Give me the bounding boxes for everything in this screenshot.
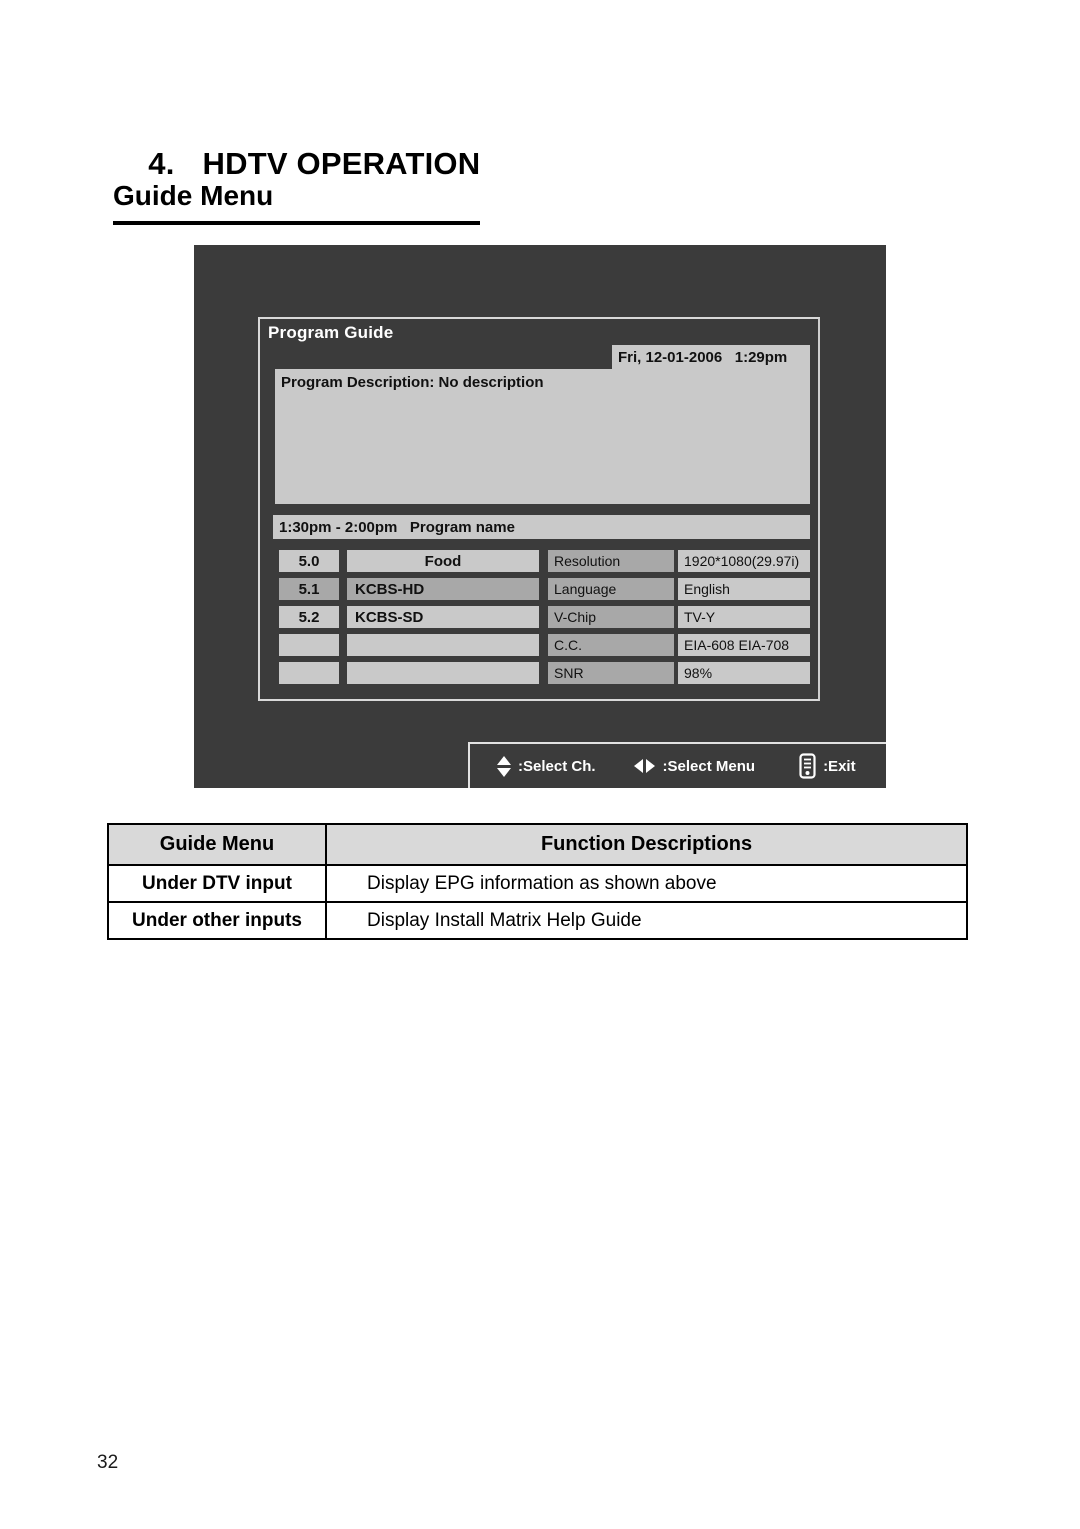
channel-name xyxy=(347,662,539,684)
info-label: Resolution xyxy=(548,550,674,572)
channel-row[interactable] xyxy=(279,662,539,684)
channel-name xyxy=(347,634,539,656)
hint-exit: :Exit xyxy=(799,753,856,779)
info-value: 1920*1080(29.97i) xyxy=(678,550,810,572)
channel-name: KCBS-HD xyxy=(347,578,539,600)
table-row: Under other inputs Display Install Matri… xyxy=(107,901,968,940)
info-row: SNR 98% xyxy=(548,662,810,684)
hint-label: :Exit xyxy=(823,757,856,775)
osd-hint-bar: :Select Ch. :Select Menu:Exit xyxy=(468,742,886,788)
info-row: Language English xyxy=(548,578,810,600)
table-header-row: Guide Menu Function Descriptions xyxy=(107,823,968,866)
info-value: TV-Y xyxy=(678,606,810,628)
hint-label: :Select Ch. xyxy=(518,757,596,775)
info-label: Language xyxy=(548,578,674,600)
program-description-box: Program Description: No description xyxy=(275,369,810,504)
channel-list: 5.0 Food 5.1 KCBS-HD 5.2 KCBS-SD xyxy=(279,550,539,690)
row-description: Display EPG information as shown above xyxy=(325,864,968,903)
info-row: C.C. EIA-608 EIA-708 xyxy=(548,634,810,656)
chapter-number: 4. xyxy=(148,145,175,181)
menu-remote-icon xyxy=(799,753,816,779)
channel-name: Food xyxy=(347,550,539,572)
hint-label: :Select Menu xyxy=(662,757,756,775)
channel-row[interactable]: 5.1 KCBS-HD xyxy=(279,578,539,600)
hint-select-channel: :Select Ch. xyxy=(496,753,596,779)
info-label: C.C. xyxy=(548,634,674,656)
program-description-text: Program Description: No description xyxy=(281,374,544,391)
channel-number xyxy=(279,662,339,684)
channel-row[interactable] xyxy=(279,634,539,656)
row-mode: Under DTV input xyxy=(107,864,327,903)
document-page: 4. HDTV OPERATION Guide Menu Program Guid… xyxy=(0,0,1080,1529)
info-label: V-Chip xyxy=(548,606,674,628)
table-row: Under DTV input Display EPG information … xyxy=(107,864,968,903)
row-mode: Under other inputs xyxy=(107,901,327,940)
channel-number: 5.0 xyxy=(279,550,339,572)
info-row: Resolution 1920*1080(29.97i) xyxy=(548,550,810,572)
up-down-arrows-icon xyxy=(496,753,511,779)
info-label: SNR xyxy=(548,662,674,684)
channel-number: 5.1 xyxy=(279,578,339,600)
channel-number xyxy=(279,634,339,656)
info-value: EIA-608 EIA-708 xyxy=(678,634,810,656)
info-value: 98% xyxy=(678,662,810,684)
page-title: Guide Menu xyxy=(113,180,274,211)
program-time-name-bar: 1:30pm - 2:00pm Program name xyxy=(273,515,810,539)
channel-row[interactable]: 5.0 Food xyxy=(279,550,539,572)
row-description: Display Install Matrix Help Guide xyxy=(325,901,968,940)
channel-number: 5.2 xyxy=(279,606,339,628)
info-row: V-Chip TV-Y xyxy=(548,606,810,628)
function-descriptions-table: Guide Menu Function Descriptions Under D… xyxy=(107,823,968,940)
table-header-guide-menu: Guide Menu xyxy=(107,823,327,866)
left-right-arrows-icon xyxy=(633,755,656,777)
stream-info-table: Resolution 1920*1080(29.97i) Language En… xyxy=(548,550,810,690)
tv-screenshot-figure: Program Guide Fri, 12-01-2006 1:29pm Pro… xyxy=(194,245,886,788)
program-guide-title: Program Guide xyxy=(268,323,394,342)
page-number: 32 xyxy=(97,1452,119,1473)
table-header-function-descriptions: Function Descriptions xyxy=(325,823,968,866)
info-value: English xyxy=(678,578,810,600)
channel-name: KCBS-SD xyxy=(347,606,539,628)
program-guide-panel: Program Guide Fri, 12-01-2006 1:29pm Pro… xyxy=(258,317,820,701)
chapter-title: HDTV OPERATION xyxy=(202,145,481,181)
datetime-badge: Fri, 12-01-2006 1:29pm xyxy=(612,345,810,370)
hint-select-menu: :Select Menu xyxy=(633,755,756,777)
channel-row[interactable]: 5.2 KCBS-SD xyxy=(279,606,539,628)
